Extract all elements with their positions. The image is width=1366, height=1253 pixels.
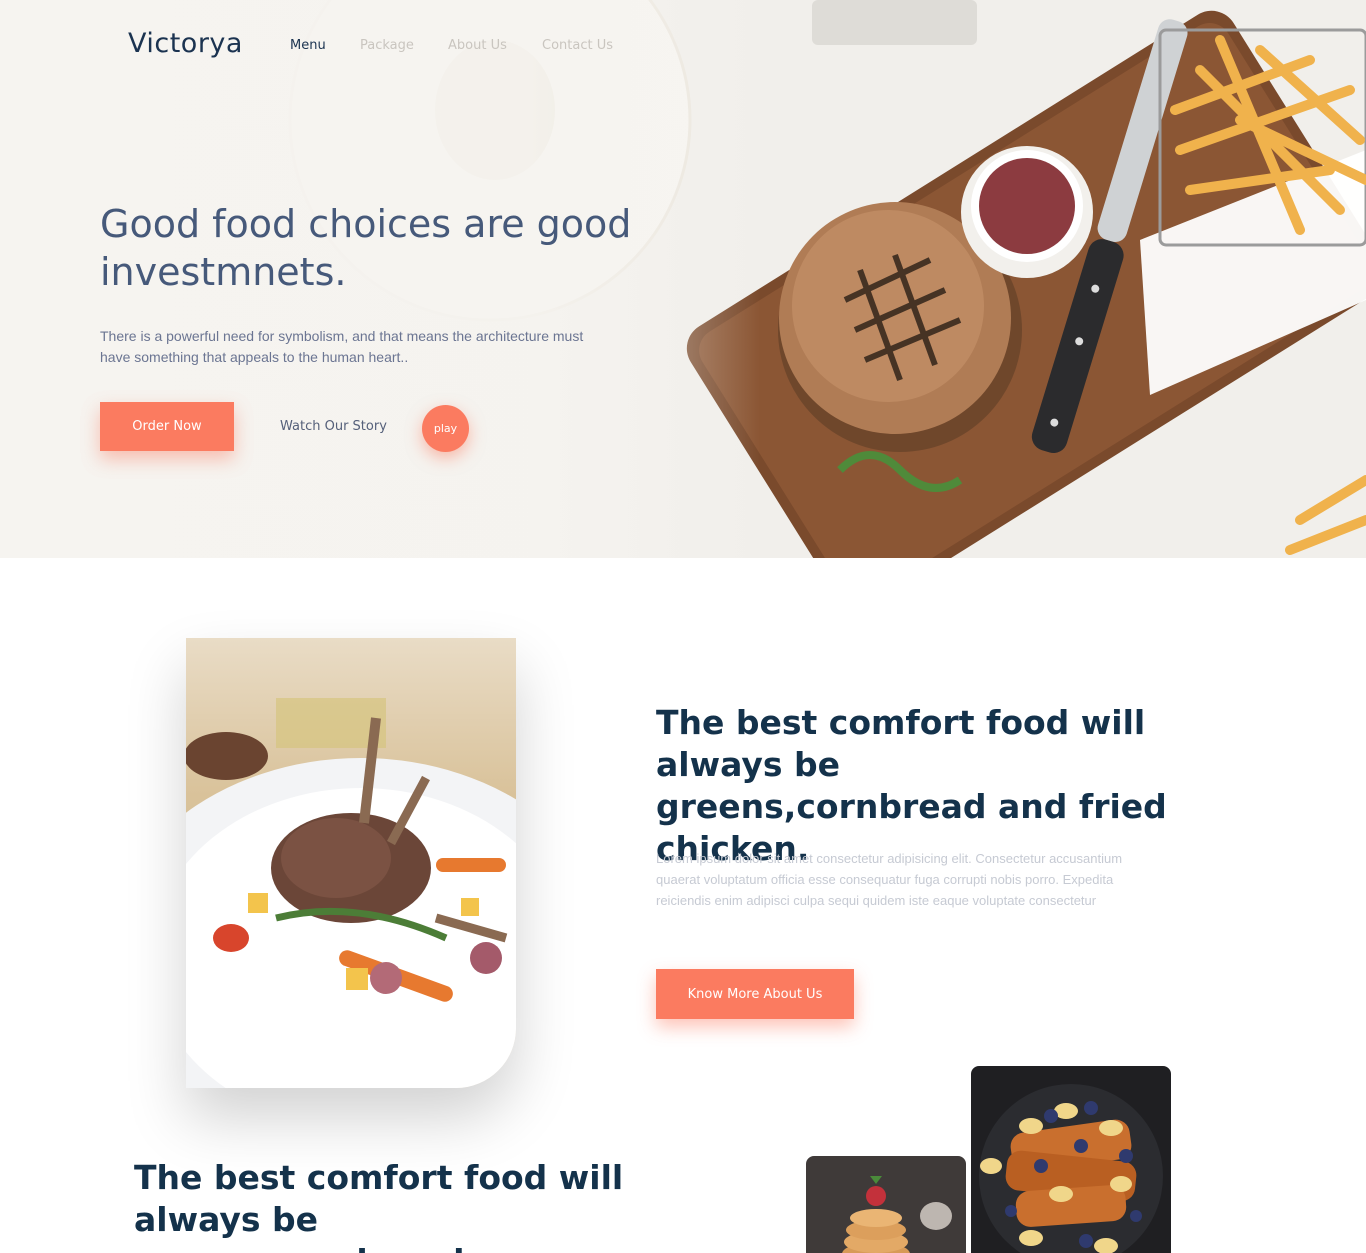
play-button[interactable]: play <box>422 405 469 452</box>
hero-title: Good food choices are good investmnets. <box>100 202 632 294</box>
watch-story-link[interactable]: Watch Our Story <box>280 419 387 434</box>
nav-about-link[interactable]: About Us <box>448 38 542 53</box>
lamb-dish-image <box>186 638 516 1088</box>
pancake-stack-image <box>806 1156 966 1253</box>
main-nav: Menu Package About Us Contact Us <box>290 38 632 53</box>
brand-logo[interactable]: Victorya <box>128 28 243 59</box>
order-now-button[interactable]: Order Now <box>100 402 234 451</box>
nav-contact-link[interactable]: Contact Us <box>542 38 632 53</box>
hero-subtitle: There is a powerful need for symbolism, … <box>100 328 584 365</box>
nav-menu-link[interactable]: Menu <box>290 38 360 53</box>
know-more-button[interactable]: Know More About Us <box>656 969 854 1019</box>
about-title: The best comfort food will always be gre… <box>656 703 1167 868</box>
french-toast-image <box>971 1066 1171 1253</box>
nav-package-link[interactable]: Package <box>360 38 448 53</box>
about-text: Lorem ipsum dolor sit amet consectetur a… <box>656 851 1123 908</box>
bottom-title: The best comfort food will always be gre… <box>134 1158 624 1253</box>
hero-section: Victorya Menu Package About Us Contact U… <box>0 0 1366 558</box>
